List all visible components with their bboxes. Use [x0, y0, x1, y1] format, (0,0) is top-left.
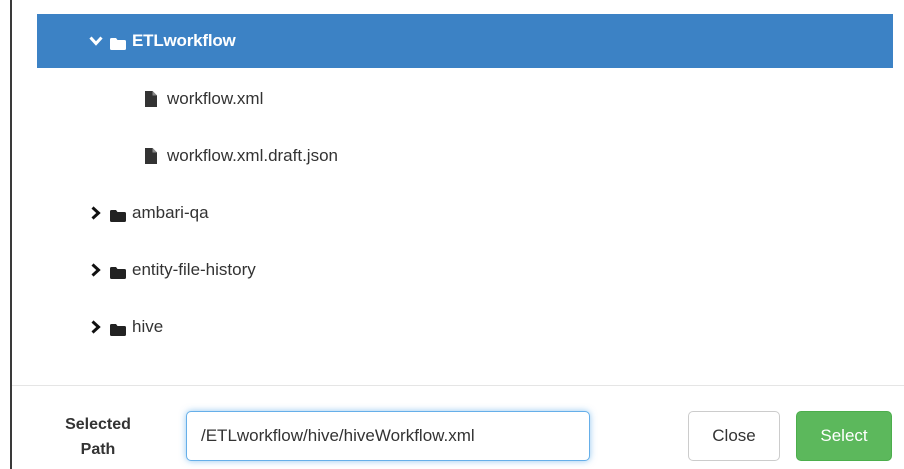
selected-path-label-line1: Selected: [65, 416, 131, 433]
tree-folder-etlworkflow[interactable]: ETLworkflow: [37, 14, 893, 68]
chevron-right-icon[interactable]: [89, 205, 103, 221]
file-tree: ETLworkflow workflow.xml workflow.xml.dr…: [37, 14, 893, 355]
select-button[interactable]: Select: [796, 411, 892, 461]
tree-file-workflow-xml[interactable]: workflow.xml: [37, 70, 893, 127]
chevron-down-icon[interactable]: [89, 33, 103, 49]
tree-folder-ambari-qa[interactable]: ambari-qa: [37, 184, 893, 241]
chevron-right-icon[interactable]: [89, 319, 103, 335]
folder-icon: [110, 207, 126, 222]
folder-icon: [110, 321, 126, 336]
left-frame-border: [10, 0, 12, 469]
tree-file-workflow-draft-json[interactable]: workflow.xml.draft.json: [37, 127, 893, 184]
selected-path-label: Selected Path: [48, 412, 148, 462]
folder-icon: [110, 35, 126, 50]
tree-folder-label: ambari-qa: [132, 202, 209, 222]
tree-folder-label: ETLworkflow: [132, 31, 236, 50]
file-icon: [145, 90, 157, 107]
tree-file-label: workflow.xml: [167, 88, 264, 108]
footer-divider: [12, 385, 904, 386]
selected-path-label-line2: Path: [80, 441, 116, 458]
close-button[interactable]: Close: [688, 411, 780, 461]
tree-folder-label: hive: [132, 316, 164, 336]
file-icon: [145, 147, 157, 164]
tree-folder-entity-file-history[interactable]: entity-file-history: [37, 241, 893, 298]
selected-path-input[interactable]: [186, 411, 590, 461]
folder-icon: [110, 264, 126, 279]
tree-folder-label: entity-file-history: [132, 259, 256, 279]
chevron-right-icon[interactable]: [89, 262, 103, 278]
tree-folder-hive[interactable]: hive: [37, 298, 893, 355]
tree-file-label: workflow.xml.draft.json: [167, 145, 338, 165]
